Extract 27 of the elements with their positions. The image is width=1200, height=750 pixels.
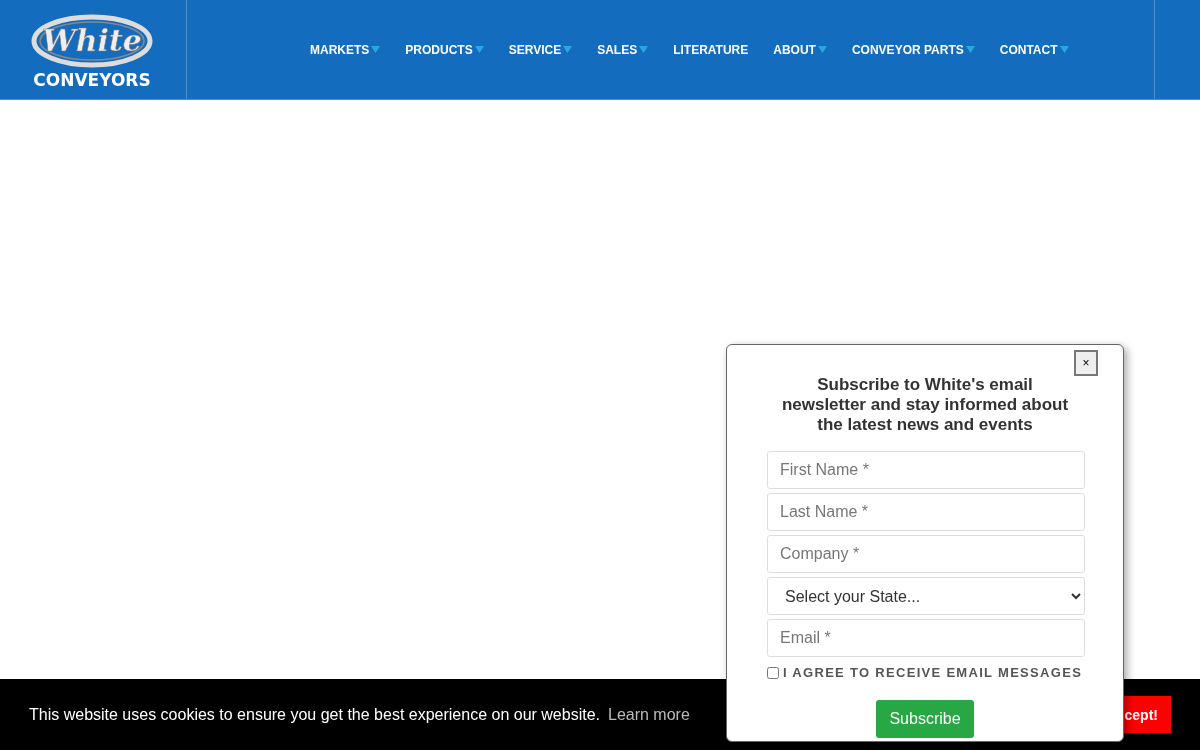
consent-label: I AGREE TO RECEIVE EMAIL MESSAGES: [783, 665, 1083, 680]
dropdown-caret-icon[interactable]: [563, 46, 573, 53]
text-field[interactable]: First Name *: [767, 451, 1085, 489]
nav-link[interactable]: CONVEYOR PARTS: [851, 42, 975, 57]
nav-link[interactable]: CONTACT: [999, 42, 1069, 57]
nav-link[interactable]: LITERATURE: [673, 42, 749, 57]
dropdown-caret-icon[interactable]: [965, 46, 975, 53]
consent-checkbox[interactable]: [767, 666, 779, 679]
learn-more-link[interactable]: Learn more: [608, 705, 690, 724]
text-field[interactable]: Last Name *: [767, 493, 1085, 531]
dropdown-caret-icon[interactable]: [817, 46, 827, 53]
nav-link[interactable]: MARKETS: [310, 42, 381, 57]
subscribe-button[interactable]: Subscribe: [876, 700, 974, 738]
dropdown-caret-icon[interactable]: [474, 46, 484, 53]
dropdown-caret-icon[interactable]: [371, 46, 381, 53]
cookie-message: This website uses cookies to ensure you get the best experience on our website.: [29, 705, 600, 724]
dropdown-caret-icon[interactable]: [639, 46, 649, 53]
state-dropdown[interactable]: Select your State...: [767, 577, 1085, 615]
text-field[interactable]: Email *: [767, 619, 1085, 657]
nav-link[interactable]: SALES: [597, 42, 649, 57]
close-button[interactable]: ×: [1074, 350, 1098, 376]
dropdown-caret-icon[interactable]: [1059, 46, 1069, 53]
nav-link[interactable]: ABOUT: [773, 42, 827, 57]
nav-link[interactable]: SERVICE: [508, 42, 573, 57]
nav-link[interactable]: PRODUCTS: [405, 42, 484, 57]
text-field[interactable]: Company *: [767, 535, 1085, 573]
popup-title: Subscribe to White's email newsletter and stay informed about the latest news and events: [780, 375, 1070, 435]
